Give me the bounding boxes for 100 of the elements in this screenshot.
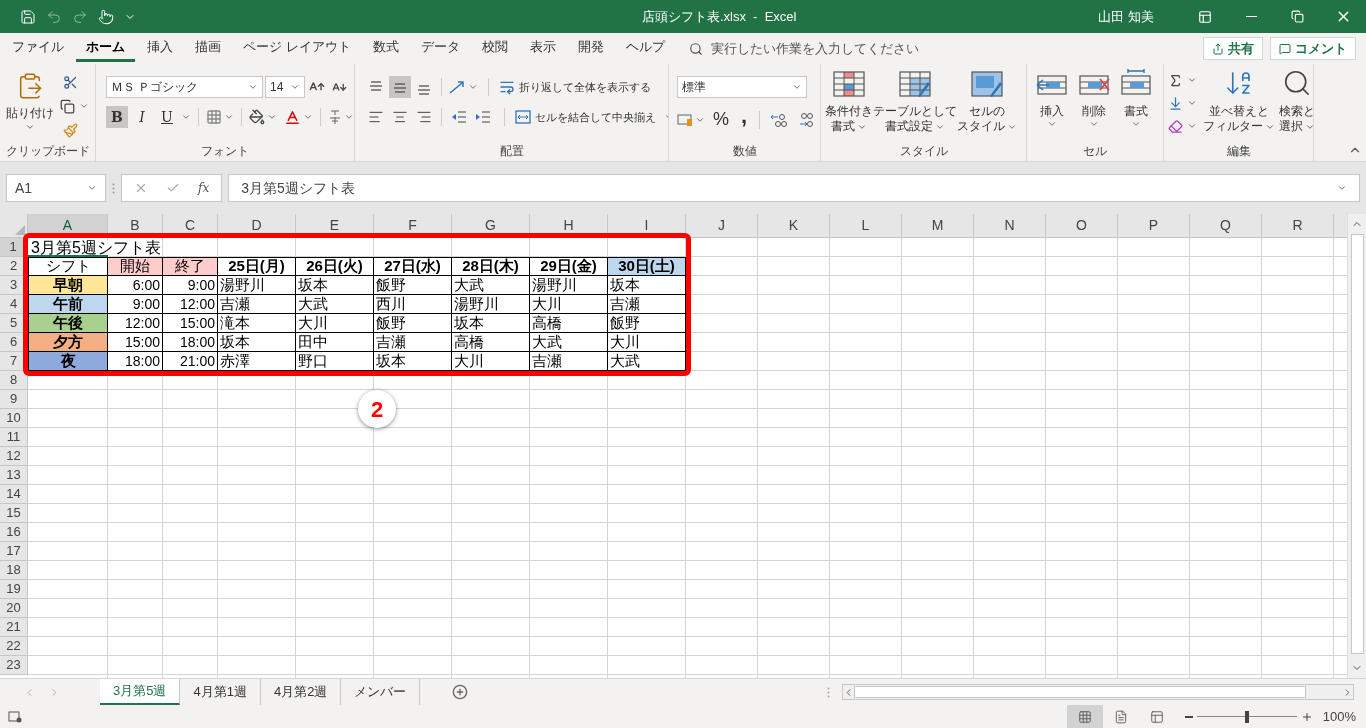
header-cell: 25日(月) (218, 257, 296, 276)
table-cell: 大川 (530, 295, 608, 314)
table-cell: 午後 (28, 314, 108, 333)
table-cell: 9:00 (163, 276, 218, 295)
font-style-button[interactable]: U (156, 106, 178, 128)
table-cell: 夜 (28, 352, 108, 371)
cells-button[interactable]: 削除 (1073, 68, 1115, 141)
row-header[interactable]: 8 (0, 371, 28, 390)
table-cell: 18:00 (163, 333, 218, 352)
tell-me-field[interactable]: 実行したい作業を入力してください (688, 38, 919, 59)
column-header[interactable]: O (1046, 214, 1118, 238)
column-header[interactable]: N (974, 214, 1046, 238)
user-name: 山田 知美 (1098, 7, 1154, 26)
row-header[interactable]: 20 (0, 599, 28, 618)
zoom-level: 100% (1322, 707, 1356, 726)
cells-button[interactable]: 挿入 (1031, 68, 1073, 141)
table-cell: 夕方 (28, 333, 108, 352)
group-label: セル (1083, 143, 1107, 160)
step-number-badge: 2 (358, 390, 396, 428)
table-cell: 12:00 (163, 295, 218, 314)
column-header[interactable]: P (1118, 214, 1190, 238)
merge-center-button[interactable]: セルを結合して中央揃え (515, 108, 668, 126)
ribbon-tab[interactable]: ヘルプ (615, 35, 675, 62)
header-cell: 26日(火) (296, 257, 374, 276)
row-header[interactable]: 17 (0, 542, 28, 561)
header-cell: 終了 (163, 257, 218, 276)
column-header[interactable]: F (374, 214, 452, 238)
ribbon-tab[interactable]: 挿入 (137, 35, 183, 62)
row-header[interactable]: 15 (0, 504, 28, 523)
row-header[interactable]: 13 (0, 466, 28, 485)
row-header[interactable]: 14 (0, 485, 28, 504)
header-cell: 30日(土) (608, 257, 686, 276)
ribbon-tab[interactable]: 描画 (185, 35, 231, 62)
percent-button[interactable]: % (709, 106, 733, 133)
name-box[interactable]: A1 (6, 174, 106, 202)
column-header[interactable]: M (902, 214, 974, 238)
table-cell: 飯野 (374, 314, 452, 333)
font-size-field[interactable]: 14 (265, 76, 305, 98)
header-cell: シフト (28, 257, 108, 276)
table-cell: 西川 (374, 295, 452, 314)
table-cell: 大武 (296, 295, 374, 314)
table-cell: 大武 (452, 276, 530, 295)
column-header[interactable]: G (452, 214, 530, 238)
column-header[interactable]: R (1262, 214, 1334, 238)
sheet-tab[interactable]: 3月第5週 (100, 678, 181, 705)
row-header[interactable]: 16 (0, 523, 28, 542)
column-header[interactable]: B (108, 214, 163, 238)
ribbon-tab[interactable]: データ (410, 35, 470, 62)
font-name-field[interactable]: ＭＳ Ｐゴシック (106, 76, 263, 98)
share-button[interactable]: 共有 (1203, 37, 1263, 60)
row-header[interactable]: 18 (0, 561, 28, 580)
sheet-title: 3月第5週シフト表 (31, 239, 161, 255)
wrap-text-button[interactable]: 折り返して全体を表示する (499, 78, 651, 96)
ribbon-tab[interactable]: ページ レイアウト (233, 35, 361, 62)
column-header[interactable]: K (758, 214, 830, 238)
comma-button[interactable]: , (737, 104, 752, 127)
ribbon-tab[interactable]: 表示 (519, 35, 566, 62)
table-cell: 坂本 (452, 314, 530, 333)
table-cell: 早朝 (28, 276, 108, 295)
column-header[interactable]: D (218, 214, 296, 238)
column-header[interactable]: L (830, 214, 902, 238)
font-style-button[interactable]: I (131, 106, 153, 128)
find-select-button[interactable]: 検索と 選択 (1277, 68, 1313, 141)
column-header[interactable]: H (530, 214, 608, 238)
row-header[interactable]: 12 (0, 447, 28, 466)
ribbon-tab[interactable]: 開発 (567, 35, 614, 62)
ribbon-tab[interactable]: ファイル (2, 35, 74, 62)
formula-field[interactable]: 3月第5週シフト表 (228, 174, 1360, 202)
table-cell: 滝本 (218, 314, 296, 333)
row-header[interactable]: 10 (0, 409, 28, 428)
table-cell: 9:00 (108, 295, 163, 314)
paste-button[interactable]: 貼り付け (4, 68, 56, 141)
column-header[interactable]: C (163, 214, 218, 238)
group-label: スタイル (899, 143, 948, 160)
column-header[interactable]: E (296, 214, 374, 238)
row-header[interactable]: 22 (0, 637, 28, 656)
table-cell: 飯野 (374, 276, 452, 295)
row-header[interactable]: 19 (0, 580, 28, 599)
ribbon-tab[interactable]: ホーム (76, 35, 135, 62)
column-header[interactable]: J (686, 214, 758, 238)
group-label: 編集 (1226, 143, 1251, 160)
ribbon-tab[interactable]: 数式 (362, 35, 409, 62)
row-header[interactable]: 9 (0, 390, 28, 409)
row-header[interactable]: 23 (0, 656, 28, 675)
table-cell: 吉瀬 (218, 295, 296, 314)
ribbon-tab[interactable]: 校閲 (471, 35, 518, 62)
comment-button[interactable]: コメント (1270, 37, 1356, 60)
sort-filter-button[interactable]: 並べ替えと フィルター (1201, 68, 1277, 141)
column-header[interactable]: I (608, 214, 686, 238)
row-header[interactable]: 21 (0, 618, 28, 637)
style-button[interactable]: セルの スタイル (957, 68, 1017, 141)
font-style-button[interactable]: B (106, 106, 128, 128)
table-cell: 坂本 (218, 333, 296, 352)
column-header[interactable]: Q (1190, 214, 1262, 238)
row-header[interactable]: 11 (0, 428, 28, 447)
style-button[interactable]: 条件付き 書式 (825, 68, 873, 141)
number-format-field[interactable]: 標準 (677, 76, 807, 98)
cells-button[interactable]: 書式 (1115, 68, 1157, 141)
style-button[interactable]: テーブルとして 書式設定 (873, 68, 957, 141)
insert-function-button[interactable]: fx (198, 179, 210, 197)
